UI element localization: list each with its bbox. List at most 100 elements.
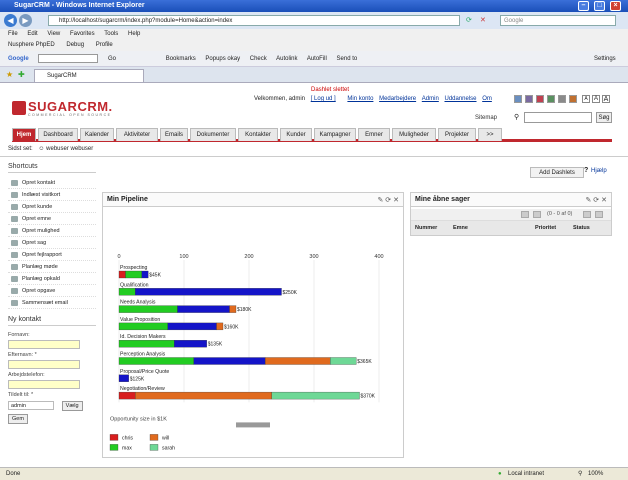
global-search-input[interactable] [524, 112, 592, 123]
theme-swatch[interactable] [547, 95, 555, 103]
link-profile[interactable]: Profile [96, 42, 113, 48]
zoom-level[interactable]: 100% [588, 468, 603, 480]
last-name-input[interactable] [8, 360, 80, 369]
menu-file[interactable]: File [8, 31, 18, 37]
last-viewed-item[interactable]: webuser webuser [46, 146, 93, 152]
col-priority[interactable]: Prioritet [535, 221, 556, 235]
search-button[interactable]: Søg [596, 112, 612, 123]
close-button[interactable]: × [610, 1, 621, 11]
assigned-input[interactable]: admin [8, 401, 54, 410]
shortcut-item[interactable]: Planlæg møde [8, 261, 96, 273]
shortcut-item[interactable]: Opret fejlrapport [8, 249, 96, 261]
logout-link[interactable]: [ Log ud ] [311, 96, 336, 102]
shortcut-item[interactable]: Opret sag [8, 237, 96, 249]
first-page-icon[interactable] [521, 211, 529, 218]
google-go-button[interactable]: Go [108, 56, 116, 62]
font-medium-button[interactable]: A [592, 95, 600, 103]
url-input[interactable]: http://localhost/sugarcrm/index.php?modu… [48, 15, 460, 26]
employees-link[interactable]: Medarbejdere [379, 96, 416, 102]
select-user-button[interactable]: Vælg [61, 401, 83, 411]
add-dashlets-button[interactable]: Add Dashlets [530, 167, 584, 178]
font-small-button[interactable]: A [582, 95, 590, 103]
cases-close-icon[interactable]: ✕ [601, 197, 607, 204]
refresh-dashlet-icon[interactable]: ⟳ [385, 197, 391, 204]
training-link[interactable]: Uddannelse [444, 96, 476, 102]
nav-tab[interactable]: Aktiviteter [116, 128, 158, 141]
shortcut-item[interactable]: Planlæg opkald [8, 273, 96, 285]
refresh-icon[interactable]: ⟳ [466, 16, 472, 24]
prev-page-icon[interactable] [533, 211, 541, 218]
sendto-button[interactable]: Send to [337, 56, 358, 62]
link-phped[interactable]: Nusphere PhpED [8, 42, 55, 48]
font-large-button[interactable]: A [602, 95, 610, 103]
shortcut-item[interactable]: Opret mulighed [8, 225, 96, 237]
cases-edit-icon[interactable]: ✎ [585, 197, 591, 204]
nav-tab[interactable]: Projekter [438, 128, 476, 141]
next-page-icon[interactable] [583, 211, 591, 218]
cases-refresh-icon[interactable]: ⟳ [593, 197, 599, 204]
maximize-button[interactable]: □ [594, 1, 605, 11]
nav-tab[interactable]: Emner [358, 128, 390, 141]
check-button[interactable]: Check [250, 56, 267, 62]
theme-swatch[interactable] [536, 95, 544, 103]
col-status[interactable]: Status [573, 221, 590, 235]
search-input[interactable]: Google [500, 15, 616, 26]
shortcut-item[interactable]: Opret kontakt [8, 177, 96, 189]
stop-icon[interactable]: ✕ [480, 16, 486, 24]
shortcut-item[interactable]: Sammensæt email [8, 297, 96, 309]
nav-tab[interactable]: Muligheder [392, 128, 436, 141]
nav-tab[interactable]: Kampagner [314, 128, 356, 141]
col-subject[interactable]: Emne [453, 221, 468, 235]
admin-link[interactable]: Admin [422, 96, 439, 102]
browser-tab[interactable]: SugarCRM [34, 69, 144, 82]
phone-input[interactable] [8, 380, 80, 389]
first-name-input[interactable] [8, 340, 80, 349]
theme-swatch[interactable] [558, 95, 566, 103]
google-search-input[interactable] [38, 53, 99, 63]
help-link[interactable]: Hjælp [591, 168, 607, 174]
nav-tab[interactable]: Emails [160, 128, 188, 141]
my-account-link[interactable]: Min konto [347, 96, 373, 102]
shortcut-item[interactable]: Opret emne [8, 213, 96, 225]
menu-view[interactable]: View [47, 31, 60, 37]
menu-help[interactable]: Help [128, 31, 140, 37]
globe-icon: ● [498, 471, 502, 477]
nav-tab[interactable]: Kunder [280, 128, 312, 141]
nav-tab[interactable]: Dashboard [38, 128, 78, 141]
forward-icon[interactable]: ▶ [19, 14, 32, 27]
nav-tab[interactable]: Kalender [80, 128, 114, 141]
minimize-button[interactable]: – [578, 1, 589, 11]
add-favorites-icon[interactable]: ✚ [18, 70, 25, 79]
last-page-icon[interactable] [595, 211, 603, 218]
link-debug[interactable]: Debug [66, 42, 84, 48]
autofill-button[interactable]: AutoFill [307, 56, 327, 62]
sugarcrm-logo[interactable]: SUGARCRM. COMMERCIAL OPEN SOURCE [12, 99, 122, 119]
theme-swatch[interactable] [525, 95, 533, 103]
autolink-button[interactable]: Autolink [276, 56, 297, 62]
theme-swatch[interactable] [514, 95, 522, 103]
theme-swatch[interactable] [569, 95, 577, 103]
nav-tab[interactable]: >> [478, 128, 502, 141]
menu-edit[interactable]: Edit [27, 31, 37, 37]
shortcut-item[interactable]: Indlæst visitkort [8, 189, 96, 201]
nav-tab[interactable]: Hjem [12, 128, 36, 141]
nav-tab[interactable]: Kontakter [238, 128, 278, 141]
popups-button[interactable]: Popups okay [205, 56, 240, 62]
col-number[interactable]: Nummer [415, 221, 437, 235]
chart-scroll-handle[interactable] [236, 422, 270, 428]
save-button[interactable]: Gem [8, 414, 28, 424]
bookmarks-button[interactable]: Bookmarks [166, 56, 196, 62]
edit-icon[interactable]: ✎ [377, 197, 383, 204]
menu-favorites[interactable]: Favorites [70, 31, 95, 37]
shortcut-item[interactable]: Opret kunde [8, 201, 96, 213]
back-icon[interactable]: ◀ [4, 14, 17, 27]
close-dashlet-icon[interactable]: ✕ [393, 197, 399, 204]
favorites-star-icon[interactable]: ★ [6, 70, 13, 79]
sitemap-link[interactable]: Sitemap [475, 115, 497, 121]
zoom-icon[interactable]: ⚲ [578, 468, 582, 480]
nav-tab[interactable]: Dokumenter [190, 128, 236, 141]
about-link[interactable]: Om [482, 96, 492, 102]
settings-button[interactable]: Settings [594, 51, 616, 67]
menu-tools[interactable]: Tools [104, 31, 118, 37]
shortcut-item[interactable]: Opret opgave [8, 285, 96, 297]
